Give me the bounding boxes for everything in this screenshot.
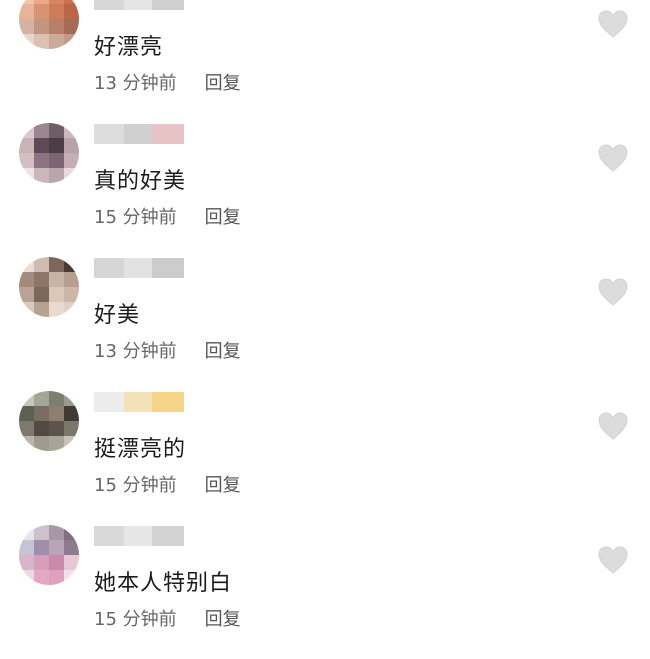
- comment-timestamp: 13 分钟前: [94, 73, 177, 94]
- reply-button[interactable]: 回复: [205, 69, 241, 95]
- comment-meta: 13 分钟前 回复: [94, 69, 241, 95]
- comment-meta: 15 分钟前 回复: [94, 605, 241, 631]
- avatar[interactable]: [19, 123, 79, 183]
- comment-text: 好美: [94, 303, 141, 328]
- heart-icon[interactable]: [597, 277, 629, 307]
- comment-meta: 13 分钟前 回复: [94, 337, 241, 363]
- comment-text: 挺漂亮的: [94, 437, 187, 462]
- comment-text: 好漂亮: [94, 35, 164, 60]
- avatar[interactable]: [19, 391, 79, 451]
- comment-item[interactable]: 挺漂亮的 15 分钟前 回复: [0, 391, 650, 525]
- username-blurred[interactable]: [94, 392, 184, 412]
- reply-button[interactable]: 回复: [205, 471, 241, 497]
- comment-text: 真的好美: [94, 169, 187, 194]
- comment-timestamp: 15 分钟前: [94, 207, 177, 228]
- comment-timestamp: 15 分钟前: [94, 609, 177, 630]
- comment-timestamp: 15 分钟前: [94, 475, 177, 496]
- comment-text: 她本人特别白: [94, 571, 233, 596]
- heart-icon[interactable]: [597, 411, 629, 441]
- comment-item[interactable]: 好美 13 分钟前 回复: [0, 257, 650, 391]
- comment-timestamp: 13 分钟前: [94, 341, 177, 362]
- heart-icon[interactable]: [597, 9, 629, 39]
- heart-icon[interactable]: [597, 143, 629, 173]
- avatar[interactable]: [19, 0, 79, 49]
- username-blurred[interactable]: [94, 258, 184, 278]
- heart-icon[interactable]: [597, 545, 629, 575]
- reply-button[interactable]: 回复: [205, 605, 241, 631]
- username-blurred[interactable]: [94, 0, 184, 10]
- username-blurred[interactable]: [94, 124, 184, 144]
- comment-meta: 15 分钟前 回复: [94, 203, 241, 229]
- avatar[interactable]: [19, 257, 79, 317]
- comment-meta: 15 分钟前 回复: [94, 471, 241, 497]
- reply-button[interactable]: 回复: [205, 337, 241, 363]
- username-blurred[interactable]: [94, 526, 184, 546]
- avatar[interactable]: [19, 525, 79, 585]
- comment-item[interactable]: 好漂亮 13 分钟前 回复: [0, 0, 650, 123]
- comment-item[interactable]: 真的好美 15 分钟前 回复: [0, 123, 650, 257]
- comment-item[interactable]: 她本人特别白 15 分钟前 回复: [0, 525, 650, 659]
- reply-button[interactable]: 回复: [205, 203, 241, 229]
